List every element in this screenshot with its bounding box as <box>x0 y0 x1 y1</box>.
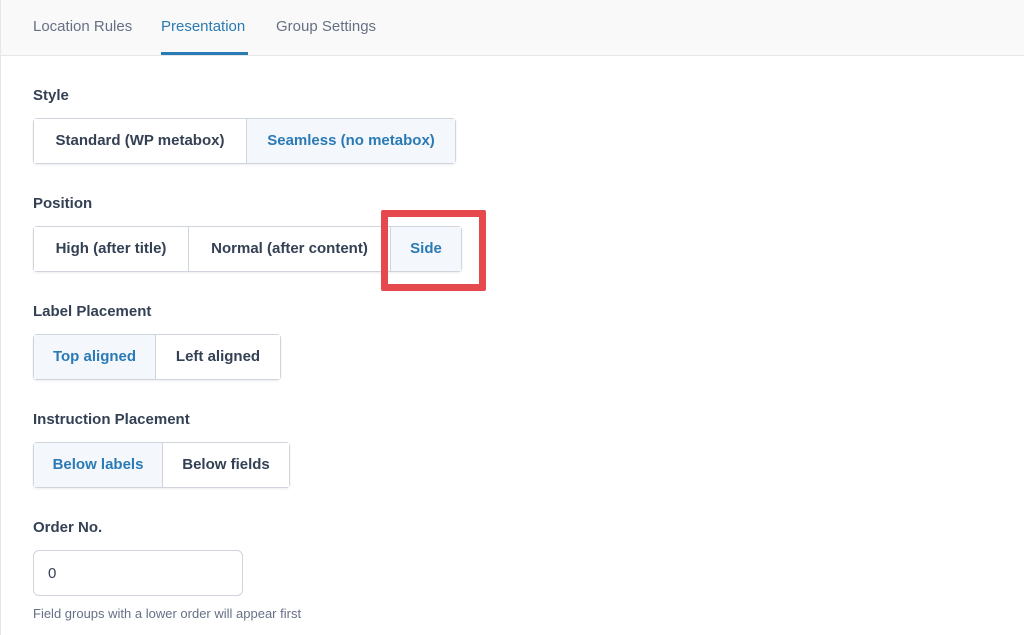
label-placement-button-group: Top aligned Left aligned <box>33 334 281 380</box>
label-placement-option-top[interactable]: Top aligned <box>34 335 156 379</box>
position-label: Position <box>33 195 93 212</box>
position-option-high[interactable]: High (after title) <box>34 227 189 271</box>
style-label: Style <box>33 87 69 104</box>
order-label: Order No. <box>33 519 103 536</box>
tab-presentation[interactable]: Presentation <box>161 18 245 35</box>
tab-group-settings[interactable]: Group Settings <box>276 18 376 35</box>
active-tab-indicator <box>161 52 248 55</box>
order-hint-text: Field groups with a lower order will app… <box>33 606 302 621</box>
style-option-seamless[interactable]: Seamless (no metabox) <box>247 119 455 163</box>
instruction-placement-option-below-fields[interactable]: Below fields <box>163 443 289 487</box>
style-button-group: Standard (WP metabox) Seamless (no metab… <box>33 118 456 164</box>
tab-bar: Location Rules Presentation Group Settin… <box>1 0 1024 56</box>
instruction-placement-option-below-labels[interactable]: Below labels <box>34 443 163 487</box>
style-option-standard[interactable]: Standard (WP metabox) <box>34 119 247 163</box>
field-group-settings-panel: Location Rules Presentation Group Settin… <box>0 0 1024 635</box>
label-placement-option-left[interactable]: Left aligned <box>156 335 280 379</box>
position-option-side[interactable]: Side <box>391 227 461 271</box>
position-option-normal[interactable]: Normal (after content) <box>189 227 391 271</box>
tab-location-rules[interactable]: Location Rules <box>33 18 132 35</box>
position-button-group: High (after title) Normal (after content… <box>33 226 462 272</box>
label-placement-label: Label Placement <box>33 303 152 320</box>
order-number-input[interactable] <box>33 550 243 596</box>
instruction-placement-label: Instruction Placement <box>33 411 190 428</box>
instruction-placement-button-group: Below labels Below fields <box>33 442 290 488</box>
